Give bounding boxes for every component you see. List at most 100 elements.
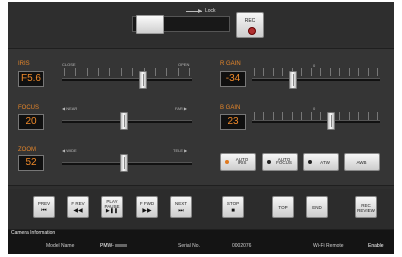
zoom-max-label: TELE ▶	[173, 148, 188, 153]
serial-label: Serial No.	[178, 243, 200, 249]
fast-forward-icon: ▶▶	[142, 208, 152, 214]
rec-review-button[interactable]: REC REVIEW	[355, 196, 377, 218]
tick-mark	[320, 68, 322, 76]
b-gain-slider-knob[interactable]	[327, 112, 336, 130]
tick-mark	[282, 68, 284, 76]
tick-mark	[189, 68, 190, 76]
transport-section	[8, 189, 394, 230]
r-gain-ticks	[254, 68, 378, 76]
auto-focus-label-2: FOCUS	[276, 160, 292, 165]
tick-mark	[254, 68, 255, 76]
atw-button[interactable]: ATW	[303, 153, 339, 171]
lock-slider-thumb[interactable]	[136, 15, 164, 34]
tick-mark	[282, 112, 284, 120]
wifi-remote-value: Enable	[368, 243, 384, 249]
play-pause-icon: ▶❚❚	[105, 208, 119, 214]
end-label: END	[312, 205, 322, 210]
zoom-min-label: ◀ WIDE	[62, 148, 77, 153]
tick-mark	[263, 112, 265, 120]
r-gain-slider-knob[interactable]	[288, 71, 297, 89]
next-button[interactable]: NEXT ⏭	[170, 196, 192, 218]
b-gain-value: 23	[220, 114, 246, 130]
tick-mark	[320, 112, 322, 120]
tick-mark	[310, 112, 312, 120]
tick-mark	[348, 112, 350, 120]
prev-button[interactable]: PREV ⏮	[33, 196, 55, 218]
tick-mark	[177, 68, 179, 76]
b-gain-ticks	[254, 112, 378, 120]
f-fwd-label: F FWD	[139, 201, 155, 206]
tick-mark	[120, 68, 122, 76]
model-name-label: Model Name	[46, 243, 75, 249]
tick-mark	[329, 68, 331, 76]
tick-mark	[291, 112, 293, 120]
iris-slider-knob[interactable]	[138, 71, 147, 89]
iris-label: IRIS	[18, 61, 30, 67]
lock-label: Lock	[205, 8, 216, 14]
focus-label: FOCUS	[18, 105, 39, 111]
auto-focus-button[interactable]: AUTO FOCUS	[262, 153, 298, 171]
f-rev-button[interactable]: F REV ◀◀	[67, 196, 89, 218]
auto-iris-button[interactable]: AUTO IRIS	[220, 153, 256, 171]
model-suffix-redacted	[115, 244, 127, 247]
serial-value: 0002076	[232, 243, 252, 249]
f-rev-label: F REV	[71, 201, 85, 206]
b-gain-slider-track[interactable]	[252, 120, 380, 123]
lock-arrow-icon	[186, 9, 202, 13]
auto-iris-label-2: IRIS	[237, 160, 247, 165]
iris-max-label: OPEN	[178, 62, 190, 67]
remote-panel	[8, 2, 394, 254]
rec-button-label: REC	[244, 18, 256, 24]
tick-mark	[166, 68, 168, 76]
rewind-icon: ◀◀	[73, 208, 83, 214]
iris-slider-track[interactable]	[62, 78, 192, 81]
tick-mark	[254, 112, 255, 120]
tick-mark	[272, 112, 274, 120]
rec-button[interactable]: REC	[236, 12, 264, 38]
top-label: TOP	[278, 205, 288, 210]
auto-focus-indicator-icon	[267, 160, 271, 164]
model-name-value: PMW-	[100, 243, 114, 249]
stop-icon: ■	[231, 208, 235, 214]
tick-mark	[263, 68, 265, 76]
wifi-remote-label: Wi-Fi Remote	[313, 243, 344, 249]
end-button[interactable]: END	[306, 196, 328, 218]
tick-mark	[272, 68, 274, 76]
focus-value: 20	[18, 114, 44, 130]
iris-min-label: CLOSE	[62, 62, 76, 67]
awb-button[interactable]: AWB	[344, 153, 380, 171]
iris-value: F5.6	[18, 71, 44, 87]
camera-info-section	[8, 230, 394, 254]
tick-mark	[367, 112, 369, 120]
play-pause-button[interactable]: PLAY PAUSE ▶❚❚	[101, 196, 123, 218]
tick-mark	[109, 68, 111, 76]
tick-mark	[132, 68, 134, 76]
tick-mark	[339, 112, 341, 120]
r-gain-slider-track[interactable]	[252, 78, 380, 81]
prev-label: PREV	[37, 201, 51, 206]
stop-button[interactable]: STOP ■	[222, 196, 244, 218]
tick-mark	[310, 68, 312, 76]
tick-mark	[75, 68, 77, 76]
b-gain-label: B GAIN	[220, 105, 241, 111]
tick-mark	[86, 68, 88, 76]
rec-dot-icon	[248, 27, 256, 35]
next-label: NEXT	[174, 201, 187, 206]
r-gain-value: -34	[220, 71, 246, 87]
top-button[interactable]: TOP	[272, 196, 294, 218]
tick-mark	[358, 68, 360, 76]
tick-mark	[98, 68, 100, 76]
tick-mark	[377, 112, 378, 120]
zoom-slider-knob[interactable]	[120, 154, 129, 172]
tick-mark	[301, 112, 303, 120]
focus-slider-knob[interactable]	[120, 112, 129, 130]
awb-label: AWB	[356, 160, 367, 165]
tick-mark	[154, 68, 156, 76]
focus-max-label: FAR ▶	[175, 106, 187, 111]
camera-info-title: Camera Information	[11, 230, 56, 236]
f-fwd-button[interactable]: F FWD ▶▶	[136, 196, 158, 218]
b-gain-center-label: 0	[313, 106, 316, 111]
tick-mark	[377, 68, 378, 76]
tick-mark	[301, 68, 303, 76]
atw-indicator-icon	[308, 160, 312, 164]
